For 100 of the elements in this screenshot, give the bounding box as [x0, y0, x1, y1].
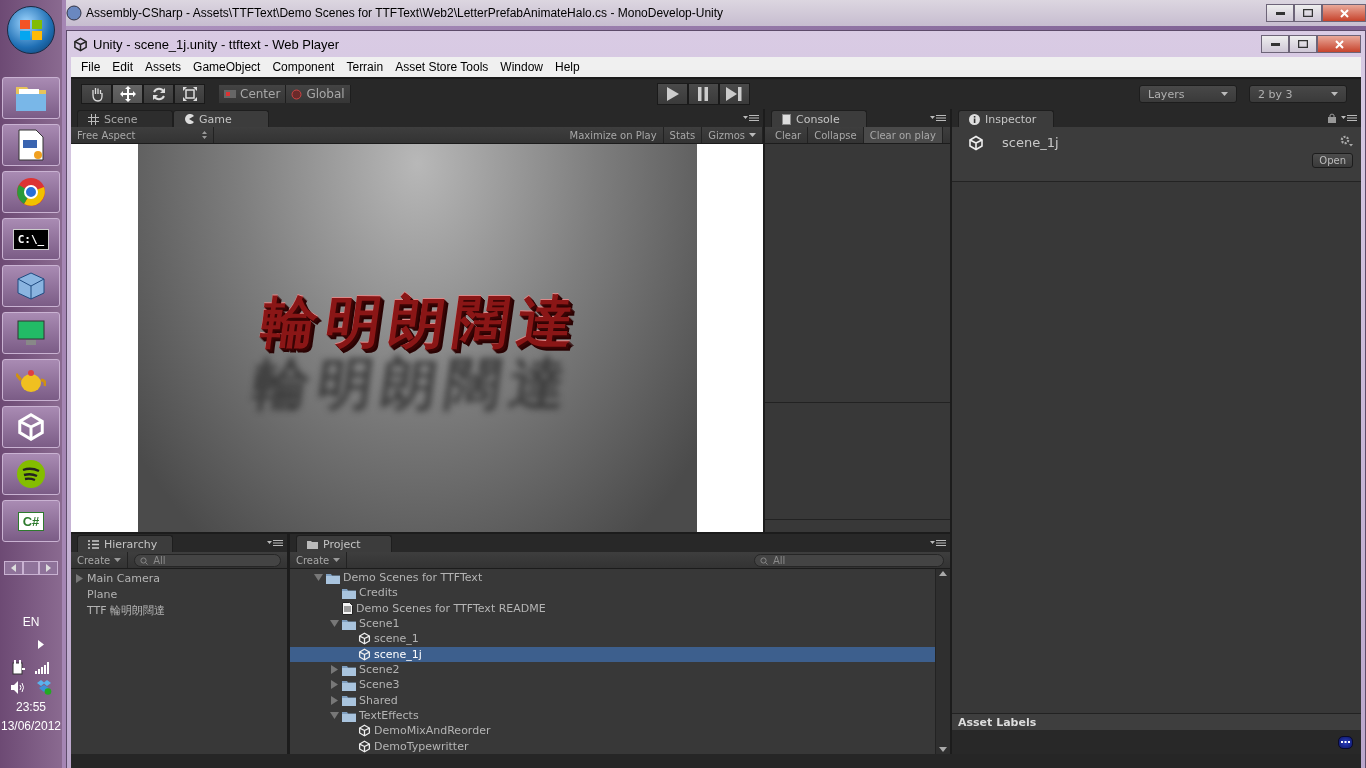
close-button[interactable] — [1317, 35, 1361, 53]
search-field[interactable]: All — [134, 553, 281, 567]
tool-button[interactable] — [112, 84, 143, 104]
menu-item[interactable]: Help — [549, 60, 586, 74]
grid-icon — [88, 113, 99, 125]
close-button[interactable] — [1322, 4, 1366, 22]
console-button[interactable]: Clear on play — [863, 127, 943, 143]
clock-date[interactable]: 13/06/2012 — [0, 719, 62, 733]
down-arrow-icon — [939, 747, 947, 752]
menu-item[interactable]: Asset Store Tools — [389, 60, 495, 74]
playback-button[interactable] — [718, 83, 750, 105]
taskbar-app-button[interactable] — [2, 406, 60, 448]
box-check-icon[interactable] — [35, 680, 52, 695]
minimize-button[interactable] — [1266, 4, 1294, 22]
hierarchy-item[interactable]: TTF 輪明朗闊達 — [71, 602, 287, 618]
view-option-button[interactable]: Gizmos — [702, 127, 763, 143]
panel-tab[interactable]: Project — [296, 535, 392, 552]
unity-logo-icon — [16, 412, 46, 442]
panel-menu-icon[interactable] — [930, 114, 946, 122]
expanded-arrow-icon[interactable] — [330, 620, 339, 628]
right-arrow-icon — [46, 564, 51, 572]
tool-button[interactable] — [81, 84, 112, 104]
speaker-icon[interactable] — [10, 681, 26, 694]
maximize-button[interactable] — [1289, 35, 1317, 53]
tool-button[interactable] — [174, 84, 205, 104]
project-item[interactable]: scene_1j — [290, 646, 935, 662]
hierarchy-item[interactable]: Plane — [71, 586, 287, 602]
create-dropdown[interactable]: Create — [290, 552, 348, 568]
project-item[interactable]: Demo Scenes for TTFText README — [290, 600, 935, 616]
playback-button[interactable] — [687, 83, 719, 105]
panel-tab[interactable]: Scene — [77, 110, 173, 127]
project-item[interactable]: Scene1 — [290, 616, 935, 632]
signal-icon[interactable] — [35, 661, 50, 674]
menu-item[interactable]: GameObject — [187, 60, 267, 74]
panel-menu-icon[interactable] — [267, 539, 283, 547]
project-item[interactable]: DemoTypewritter — [290, 738, 935, 754]
panel-tab[interactable]: Inspector — [958, 110, 1054, 127]
collapsed-arrow-icon[interactable] — [76, 573, 83, 583]
view-option-button[interactable]: Maximize on Play — [563, 127, 664, 143]
console-button[interactable]: Collapse — [808, 127, 864, 143]
open-button[interactable]: Open — [1312, 153, 1353, 168]
console-button[interactable]: Clear — [769, 127, 809, 143]
menu-item[interactable]: Assets — [139, 60, 188, 74]
search-field[interactable]: All — [754, 553, 944, 567]
caret-icon — [1221, 92, 1228, 96]
collapsed-arrow-icon[interactable] — [331, 665, 338, 675]
playback-button[interactable] — [656, 83, 688, 105]
taskbar-app-button[interactable] — [2, 312, 60, 354]
panel-menu-icon[interactable] — [743, 114, 759, 122]
menu-item[interactable]: Component — [266, 60, 341, 74]
menu-item[interactable]: Edit — [106, 60, 140, 74]
taskbar-app-button[interactable] — [2, 453, 60, 495]
expand-tray-icon[interactable] — [38, 640, 44, 649]
scroll-down-button[interactable] — [39, 561, 58, 575]
project-item[interactable]: TextEffects — [290, 707, 935, 724]
panel-tab[interactable]: Hierarchy — [77, 535, 173, 552]
project-item[interactable]: scene_1 — [290, 631, 935, 647]
power-plug-icon[interactable] — [12, 660, 25, 675]
project-item[interactable]: Scene2 — [290, 661, 935, 678]
collapsed-arrow-icon[interactable] — [331, 680, 338, 690]
layers-dropdown[interactable]: Layers — [1139, 85, 1237, 103]
panel-menu-icon[interactable] — [930, 539, 946, 547]
menu-item[interactable]: Window — [494, 60, 549, 74]
menu-item[interactable]: Terrain — [340, 60, 390, 74]
folder-icon — [342, 663, 356, 676]
project-item[interactable]: Credits — [290, 585, 935, 601]
pivot-toggle[interactable]: Center — [219, 85, 287, 103]
settings-icon[interactable] — [1340, 135, 1353, 147]
layout-dropdown[interactable]: 2 by 3 — [1249, 85, 1347, 103]
more-button[interactable] — [1338, 735, 1353, 749]
panel-tab[interactable]: Console — [771, 110, 867, 127]
project-item[interactable]: Shared — [290, 692, 935, 708]
project-item[interactable]: Scene3 — [290, 677, 935, 693]
collapsed-arrow-icon[interactable] — [331, 695, 338, 705]
scroll-up-button[interactable] — [4, 561, 23, 575]
tool-button[interactable] — [143, 84, 174, 104]
language-indicator[interactable]: EN — [22, 615, 40, 629]
panel-tab[interactable]: Game — [173, 110, 269, 127]
taskbar-app-button[interactable] — [2, 124, 60, 166]
project-item[interactable]: Demo Scenes for TTFText — [290, 570, 935, 586]
start-button[interactable] — [7, 6, 55, 54]
taskbar-app-button[interactable] — [2, 171, 60, 213]
maximize-button[interactable] — [1294, 4, 1322, 22]
hierarchy-item[interactable]: Main Camera — [71, 570, 287, 586]
expanded-arrow-icon[interactable] — [330, 712, 339, 720]
create-dropdown[interactable]: Create — [71, 552, 129, 568]
aspect-dropdown[interactable]: Free Aspect — [71, 127, 214, 143]
menu-item[interactable]: File — [75, 60, 107, 74]
minimize-button[interactable] — [1261, 35, 1289, 53]
taskbar-app-button[interactable]: C:\_ — [2, 218, 60, 260]
taskbar-app-button[interactable]: C# — [2, 500, 60, 542]
pivot-toggle[interactable]: Global — [286, 85, 351, 103]
lock-icon[interactable] — [1328, 113, 1336, 123]
project-item[interactable]: DemoMixAndReorder — [290, 723, 935, 739]
taskbar-app-button[interactable] — [2, 77, 60, 119]
view-option-button[interactable]: Stats — [663, 127, 703, 143]
expanded-arrow-icon[interactable] — [314, 574, 323, 582]
clock-time[interactable]: 23:55 — [16, 700, 46, 714]
scrollbar[interactable] — [935, 569, 950, 754]
panel-menu-icon[interactable] — [1341, 114, 1357, 122]
